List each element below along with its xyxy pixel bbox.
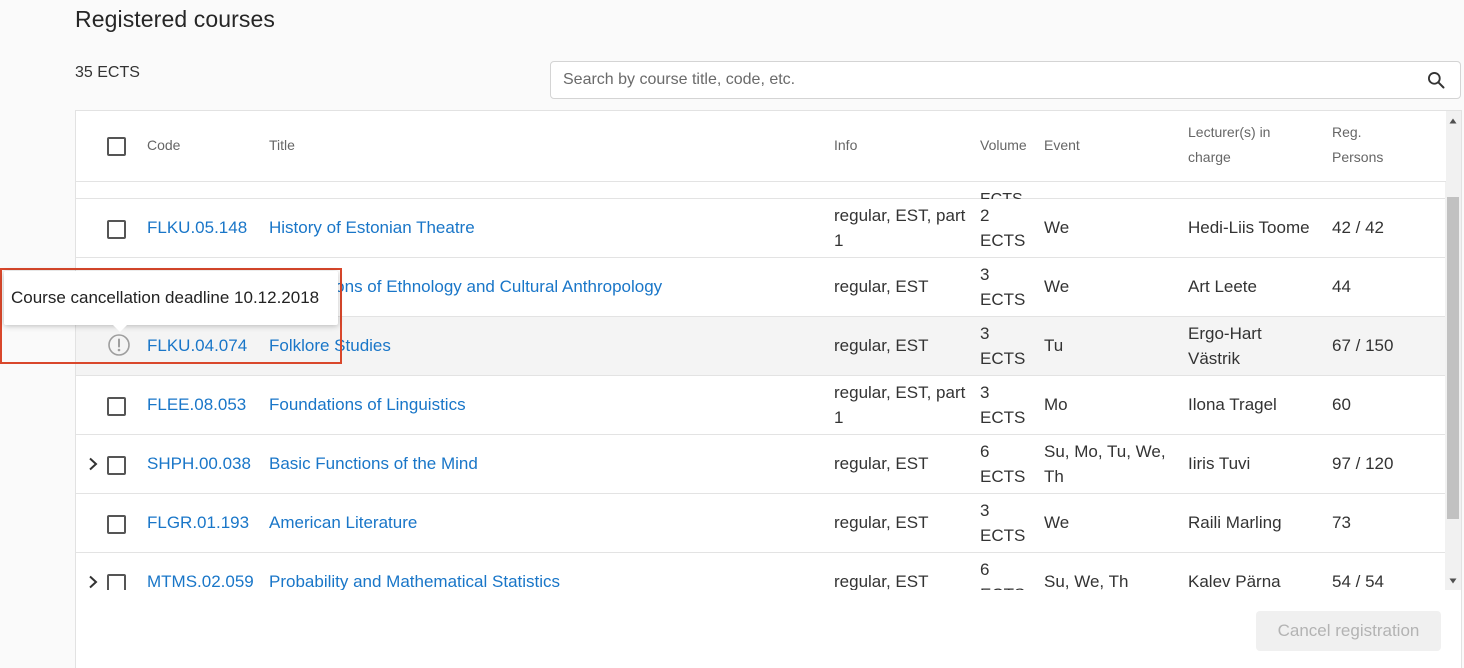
header-title[interactable]: Title xyxy=(269,133,295,158)
event-cell: We xyxy=(1044,513,1070,532)
row-checkbox[interactable] xyxy=(107,456,126,475)
lecturer-cell: Ergo-Hart Västrik xyxy=(1188,324,1262,368)
search-box xyxy=(550,61,1461,99)
table-body: ECTS FLKU.05.148 History of Estonian The… xyxy=(76,181,1446,590)
info-cell: regular, EST xyxy=(834,277,929,296)
lecturer-cell: Ilona Tragel xyxy=(1188,395,1277,414)
reg-persons-cell: 44 xyxy=(1332,277,1351,296)
table-row: FLEE.08.053 Foundations of Linguistics r… xyxy=(76,376,1446,435)
table-row: ECTS xyxy=(76,181,1446,208)
reg-persons-cell: 54 / 54 xyxy=(1332,572,1384,590)
course-code-link[interactable]: SHPH.00.038 xyxy=(147,451,251,476)
info-cell: regular, EST xyxy=(834,572,929,590)
header-info[interactable]: Info xyxy=(834,133,857,158)
info-cell: regular, EST xyxy=(834,336,929,355)
volume-cell: 3 ECTS xyxy=(980,383,1026,427)
row-checkbox[interactable] xyxy=(107,515,126,534)
tooltip-text: Course cancellation deadline 10.12.2018 xyxy=(11,288,320,307)
lecturer-cell: Iiris Tuvi xyxy=(1188,454,1251,473)
cancellation-deadline-tooltip: Course cancellation deadline 10.12.2018 xyxy=(4,271,338,332)
chevron-right-icon[interactable] xyxy=(87,575,99,589)
header-reg-line2: Persons xyxy=(1332,149,1384,165)
select-all-checkbox[interactable] xyxy=(107,137,126,156)
courses-table: Code Title Info Volume Event Lecturer(s)… xyxy=(75,110,1462,668)
course-code-link[interactable]: FLKU.04.074 xyxy=(147,333,247,358)
header-lecturer[interactable]: Lecturer(s) in charge xyxy=(1188,120,1270,170)
course-title-link[interactable]: Basic Functions of the Mind xyxy=(269,451,478,476)
info-cell: regular, EST, part 1 xyxy=(834,383,966,427)
volume-cell: 6ECTS xyxy=(980,442,1026,486)
table-header: Code Title Info Volume Event Lecturer(s)… xyxy=(76,111,1446,182)
reg-persons-cell: 42 / 42 xyxy=(1332,218,1384,237)
lecturer-cell: Raili Marling xyxy=(1188,513,1282,532)
chevron-right-icon[interactable] xyxy=(87,457,99,471)
table-row: SHPH.00.038 Basic Functions of the Mind … xyxy=(76,435,1446,494)
warning-icon[interactable] xyxy=(108,334,130,356)
volume-cell: 2 ECTS xyxy=(980,206,1026,250)
header-event[interactable]: Event xyxy=(1044,133,1080,158)
table-row: FLGR.01.193 American Literature regular,… xyxy=(76,494,1446,553)
tooltip-arrow xyxy=(111,323,129,332)
course-code-link[interactable]: FLKU.05.148 xyxy=(147,215,247,240)
header-lecturer-line1: Lecturer(s) in xyxy=(1188,124,1271,140)
header-volume[interactable]: Volume xyxy=(980,133,1027,158)
reg-persons-cell: 60 xyxy=(1332,395,1351,414)
scroll-down-arrow-icon[interactable] xyxy=(1448,577,1458,585)
event-cell: We xyxy=(1044,277,1070,296)
course-title-link[interactable]: Folklore Studies xyxy=(269,333,391,358)
lecturer-cell: Art Leete xyxy=(1188,277,1257,296)
course-title-link[interactable]: History of Estonian Theatre xyxy=(269,215,475,240)
info-cell: regular, EST xyxy=(834,513,929,532)
volume-cell: 6ECTS xyxy=(980,560,1025,590)
header-code[interactable]: Code xyxy=(147,133,180,158)
volume-cell: 3 ECTS xyxy=(980,265,1026,309)
event-cell: Tu xyxy=(1044,336,1064,355)
event-cell: Su, We, Th xyxy=(1044,572,1129,590)
registered-courses-page: Registered courses 35 ECTS Code Title In… xyxy=(0,0,1464,668)
table-row: MTMS.02.059 Probability and Mathematical… xyxy=(76,553,1446,590)
cancel-registration-button[interactable]: Cancel registration xyxy=(1256,611,1441,651)
course-title-link[interactable]: Foundations of Linguistics xyxy=(269,392,466,417)
course-title-link[interactable]: Probability and Mathematical Statistics xyxy=(269,569,560,590)
ects-total: 35 ECTS xyxy=(75,64,140,81)
header-reg-line1: Reg. xyxy=(1332,124,1362,140)
lecturer-cell: Kalev Pärna xyxy=(1188,572,1281,590)
search-icon[interactable] xyxy=(1426,70,1446,90)
search-input[interactable] xyxy=(563,62,1403,98)
row-checkbox[interactable] xyxy=(107,220,126,239)
lecturer-cell: Hedi-Liis Toome xyxy=(1188,218,1310,237)
table-row: FLKU.04.074 Folklore Studies regular, ES… xyxy=(76,317,1446,376)
header-lecturer-line2: charge xyxy=(1188,149,1231,165)
event-cell: Su, Mo, Tu, We, Th xyxy=(1044,442,1166,486)
reg-persons-cell: 67 / 150 xyxy=(1332,336,1394,355)
reg-persons-cell: 97 / 120 xyxy=(1332,454,1394,473)
table-scrollbar[interactable] xyxy=(1445,111,1461,590)
info-cell: regular, EST xyxy=(834,454,929,473)
row-checkbox[interactable] xyxy=(107,574,126,590)
volume-cell: 3 ECTS xyxy=(980,324,1026,368)
event-cell: Mo xyxy=(1044,395,1068,414)
course-code-link[interactable]: MTMS.02.059 xyxy=(147,569,254,590)
volume-cell: 3 ECTS xyxy=(980,501,1026,545)
scroll-thumb[interactable] xyxy=(1447,197,1459,519)
row-checkbox[interactable] xyxy=(107,397,126,416)
info-cell: regular, EST, part 1 xyxy=(834,206,966,250)
table-row: FLKU.05.148 History of Estonian Theatre … xyxy=(76,199,1446,258)
reg-persons-cell: 73 xyxy=(1332,513,1351,532)
page-title: Registered courses xyxy=(75,6,275,32)
course-code-link[interactable]: FLGR.01.193 xyxy=(147,510,249,535)
course-code-link[interactable]: FLEE.08.053 xyxy=(147,392,246,417)
course-title-link[interactable]: American Literature xyxy=(269,510,417,535)
header-reg-persons[interactable]: Reg. Persons xyxy=(1332,120,1383,170)
event-cell: We xyxy=(1044,218,1070,237)
scroll-up-arrow-icon[interactable] xyxy=(1448,117,1458,125)
